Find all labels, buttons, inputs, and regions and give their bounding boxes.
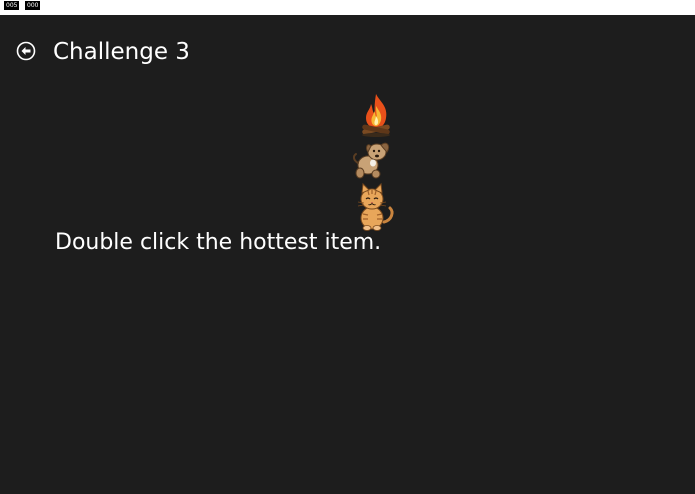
score-counter: 005 <box>4 1 20 10</box>
instruction-text: Double click the hottest item. <box>55 230 382 255</box>
app-canvas: Challenge 3 Double click the hottest ite… <box>0 15 695 494</box>
item-cat[interactable] <box>352 182 396 232</box>
cat-icon <box>357 182 394 231</box>
circle-arrow-left-icon <box>16 41 36 61</box>
campfire-icon <box>362 94 390 137</box>
page-title: Challenge 3 <box>53 39 190 65</box>
item-dog[interactable] <box>351 138 391 182</box>
timer-counter: 000 <box>25 1 41 10</box>
dog-icon <box>352 142 390 179</box>
back-button[interactable] <box>16 41 36 61</box>
top-bar: 005 000 <box>0 0 695 15</box>
item-stack <box>346 92 406 232</box>
item-fire[interactable] <box>358 92 394 138</box>
